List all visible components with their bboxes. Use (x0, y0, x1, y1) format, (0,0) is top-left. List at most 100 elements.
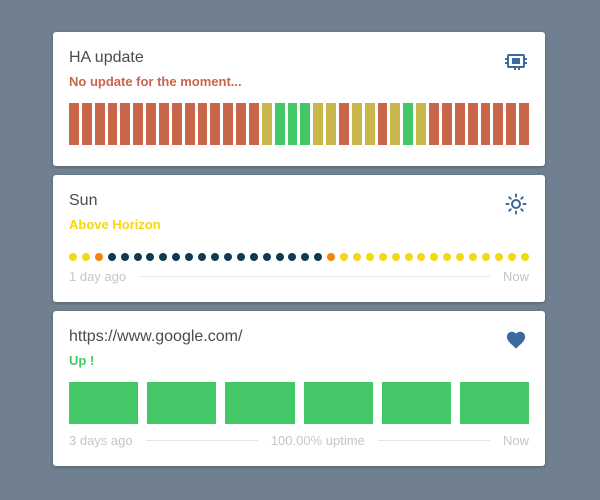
heart-icon (505, 329, 527, 351)
history-bar[interactable] (519, 103, 529, 145)
history-bar[interactable] (223, 103, 234, 145)
google-uptime-card[interactable]: https://www.google.com/ Up ! 3 days ago … (53, 311, 545, 466)
history-bar[interactable] (171, 103, 182, 145)
history-bar[interactable] (506, 103, 517, 145)
history-dot[interactable] (94, 253, 103, 261)
history-dot[interactable] (314, 253, 323, 261)
history-bar[interactable] (454, 103, 465, 145)
history-bar[interactable] (467, 103, 478, 145)
history-dot[interactable] (159, 253, 168, 261)
uptime-bar[interactable] (69, 382, 139, 424)
history-bar[interactable] (364, 103, 375, 145)
history-bar[interactable] (326, 103, 337, 145)
history-dot[interactable] (430, 253, 439, 261)
history-bar[interactable] (94, 103, 105, 145)
history-bar[interactable] (313, 103, 324, 145)
history-bar[interactable] (416, 103, 427, 145)
history-dot[interactable] (120, 253, 129, 261)
footer-divider (145, 440, 258, 441)
history-bar[interactable] (261, 103, 272, 145)
history-dot[interactable] (352, 253, 361, 261)
history-bar[interactable] (339, 103, 349, 145)
timeline-footer: 3 days ago 100.00% uptime Now (69, 433, 529, 448)
history-bar[interactable] (210, 103, 221, 145)
history-bar[interactable] (159, 103, 169, 145)
history-dot[interactable] (469, 253, 478, 261)
history-dot[interactable] (340, 253, 349, 261)
history-dot[interactable] (288, 253, 297, 261)
history-bar[interactable] (184, 103, 195, 145)
history-bar[interactable] (351, 103, 362, 145)
history-bar[interactable] (274, 103, 285, 145)
card-title: https://www.google.com/ (69, 328, 243, 345)
history-bar[interactable] (81, 103, 92, 145)
history-dot[interactable] (198, 253, 207, 261)
footer-end-label: Now (503, 433, 530, 448)
history-dot[interactable] (482, 253, 490, 261)
sun-icon (505, 193, 527, 215)
history-bar[interactable] (377, 103, 388, 145)
history-dot[interactable] (507, 253, 516, 261)
history-bar[interactable] (69, 103, 79, 145)
history-bar[interactable] (236, 103, 247, 145)
history-dot[interactable] (443, 253, 452, 261)
timeline-footer: 1 day ago Now (69, 269, 529, 284)
footer-start-label: 3 days ago (69, 433, 133, 448)
history-dot[interactable] (133, 253, 142, 261)
history-bar[interactable] (493, 103, 504, 145)
footer-divider (377, 440, 490, 441)
footer-end-label: Now (502, 269, 529, 284)
uptime-bar[interactable] (381, 382, 451, 424)
history-dot[interactable] (275, 253, 284, 261)
card-title: Sun (69, 192, 98, 209)
history-dot[interactable] (236, 253, 245, 261)
history-bar[interactable] (287, 103, 298, 145)
history-dot[interactable] (456, 253, 465, 261)
history-dot[interactable] (210, 253, 219, 261)
history-dot[interactable] (301, 253, 310, 261)
history-bar[interactable] (133, 103, 144, 145)
history-dot[interactable] (404, 253, 413, 261)
footer-start-label: 1 day ago (69, 269, 127, 284)
uptime-bar[interactable] (147, 382, 217, 424)
uptime-bar[interactable] (225, 382, 295, 424)
ha-update-card[interactable]: HA update No update for the moment... (53, 32, 545, 166)
card-status: Above Horizon (69, 217, 161, 232)
history-bar[interactable] (107, 103, 118, 145)
history-dot[interactable] (107, 253, 116, 261)
history-dot[interactable] (262, 253, 271, 261)
history-dot[interactable] (172, 253, 181, 261)
card-title: HA update (69, 49, 144, 66)
history-bar[interactable] (429, 103, 439, 145)
history-dot[interactable] (494, 253, 503, 261)
uptime-percentage: 100.00% uptime (270, 433, 365, 448)
history-bar[interactable] (249, 103, 259, 145)
uptime-bar[interactable] (459, 382, 530, 424)
history-dot[interactable] (81, 253, 90, 261)
uptime-bars (69, 382, 530, 424)
history-dot[interactable] (365, 253, 374, 261)
history-dot[interactable] (417, 253, 426, 261)
history-dot[interactable] (223, 253, 232, 261)
history-bar[interactable] (300, 103, 311, 145)
history-dot[interactable] (146, 253, 155, 261)
history-dot[interactable] (69, 253, 77, 261)
card-status: Up ! (69, 353, 95, 368)
history-dot[interactable] (249, 253, 258, 261)
history-bar[interactable] (197, 103, 208, 145)
sun-history-dots (69, 253, 529, 262)
history-dot[interactable] (327, 253, 336, 261)
history-bar[interactable] (390, 103, 401, 145)
history-bar[interactable] (120, 103, 131, 145)
history-dot[interactable] (378, 253, 387, 261)
history-dot[interactable] (391, 253, 400, 261)
sun-card[interactable]: Sun Above Horizon 1 day ago Now (53, 175, 545, 302)
history-dot[interactable] (520, 253, 529, 261)
history-bar[interactable] (403, 103, 414, 145)
history-bar[interactable] (441, 103, 452, 145)
history-dot[interactable] (185, 253, 194, 261)
history-bar[interactable] (480, 103, 491, 145)
history-bar[interactable] (146, 103, 157, 145)
uptime-bar[interactable] (303, 382, 373, 424)
footer-divider (139, 276, 490, 277)
